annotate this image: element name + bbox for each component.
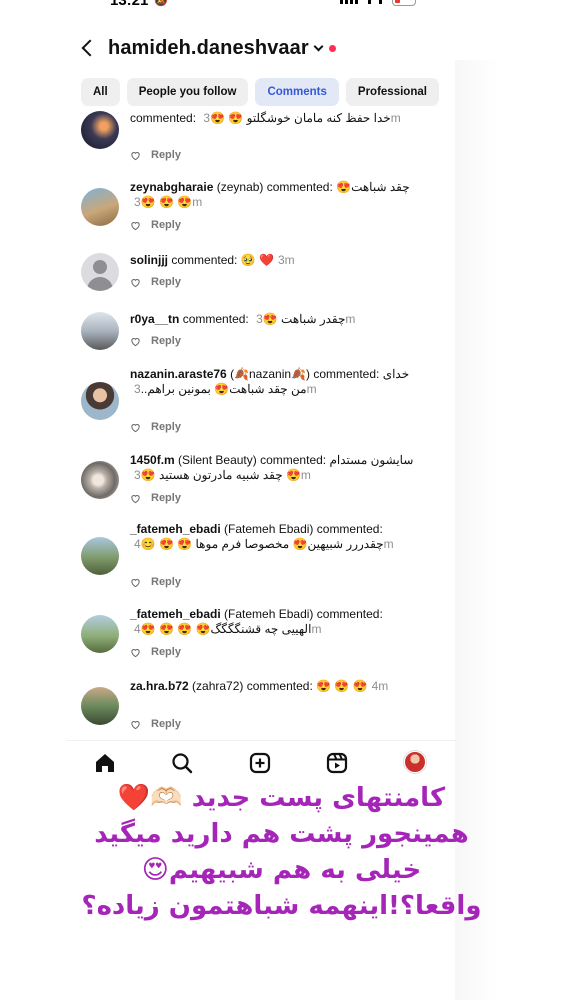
avatar[interactable]	[81, 537, 119, 575]
home-icon[interactable]	[93, 751, 117, 775]
avatar[interactable]	[81, 382, 119, 420]
reply-button[interactable]: Reply	[151, 219, 181, 231]
filter-chips: All People you follow Comments Professio…	[81, 78, 453, 106]
reply-button[interactable]: Reply	[151, 492, 181, 504]
heart-icon[interactable]	[130, 647, 141, 658]
comment-actions: Reply	[130, 717, 181, 731]
back-arrow-icon[interactable]	[81, 39, 99, 57]
filter-professional[interactable]: Professional	[345, 78, 439, 106]
filter-people-you-follow[interactable]: People you follow	[126, 78, 249, 106]
avatar[interactable]	[81, 687, 119, 725]
avatar[interactable]	[81, 111, 119, 149]
status-time: 13:21	[110, 0, 149, 9]
status-bar: 13:21 🔕	[0, 0, 563, 14]
heart-icon[interactable]	[130, 150, 141, 161]
heart-icon[interactable]	[130, 493, 141, 504]
reply-button[interactable]: Reply	[151, 149, 181, 161]
reply-button[interactable]: Reply	[151, 276, 181, 288]
page-header: hamideh.daneshvaar	[78, 30, 336, 66]
reply-button[interactable]: Reply	[151, 718, 181, 730]
comment-actions: Reply	[130, 218, 181, 232]
account-username[interactable]: hamideh.daneshvaar	[108, 37, 309, 60]
reply-button[interactable]: Reply	[151, 421, 181, 433]
bottom-tab-bar	[66, 740, 456, 784]
comment-actions: Reply	[130, 275, 181, 289]
notification-dot	[328, 44, 336, 52]
caption-line: کامنتهای پست جدید 🫶🏻❤️	[117, 783, 446, 813]
heart-icon[interactable]	[130, 577, 141, 588]
muted-bell-icon: 🔕	[154, 0, 168, 7]
signal-icon	[340, 0, 358, 4]
caption-line: خیلی به هم شبیهیم😍	[141, 855, 422, 885]
battery-icon	[392, 0, 416, 6]
comment-text: _fatemeh_ebadi (Fatemeh Ebadi) commented…	[130, 607, 383, 636]
filter-comments[interactable]: Comments	[255, 78, 339, 106]
comment-text: zeynabgharaie (zeynab) commented: چقد شب…	[130, 180, 410, 209]
comment-actions: Reply	[130, 334, 181, 348]
comment-actions: Reply	[130, 491, 181, 505]
avatar[interactable]	[81, 188, 119, 226]
comment-text: _fatemeh_ebadi (Fatemeh Ebadi) commented…	[130, 522, 394, 551]
avatar[interactable]	[81, 461, 119, 499]
comment-text: r0ya__tn commented: چقدر شباهت 😍3m	[130, 312, 356, 326]
comment-actions: Reply	[130, 420, 181, 434]
chevron-down-icon[interactable]	[313, 41, 324, 51]
create-icon[interactable]	[248, 751, 272, 775]
comment-actions: Reply	[130, 645, 181, 659]
reply-button[interactable]: Reply	[151, 335, 181, 347]
comment-text: 1450f.m (Silent Beauty) commented: سایشو…	[130, 453, 414, 482]
comment-text: nazanin.araste76 (🍂nazanin🍂) commented: …	[130, 367, 410, 396]
heart-icon[interactable]	[130, 422, 141, 433]
avatar[interactable]	[81, 312, 119, 350]
overlay-caption: کامنتهای پست جدید 🫶🏻❤️ همینجور پشت هم دا…	[0, 780, 563, 924]
profile-avatar[interactable]	[404, 751, 426, 773]
avatar[interactable]	[81, 615, 119, 653]
comment-text: za.hra.b72 (zahra72) commented: 😍 😍 😍 4m	[130, 679, 389, 693]
reply-button[interactable]: Reply	[151, 576, 181, 588]
comment-actions: Reply	[130, 575, 181, 589]
heart-icon[interactable]	[130, 277, 141, 288]
activity-list: commented: خدا حفظ کنه مامان خوشگلتو 😍 😍…	[80, 108, 455, 738]
filter-all[interactable]: All	[81, 78, 120, 106]
heart-icon[interactable]	[130, 336, 141, 347]
heart-icon[interactable]	[130, 719, 141, 730]
wifi-icon	[368, 0, 382, 4]
reply-button[interactable]: Reply	[151, 646, 181, 658]
reels-icon[interactable]	[325, 751, 349, 775]
comment-text: commented: خدا حفظ کنه مامان خوشگلتو 😍 😍…	[130, 111, 401, 125]
caption-line: واقعا؟!اینهمه شباهتمون زیاده؟	[81, 891, 482, 921]
comment-text: solinjjj commented: 🥹 ❤️ 3m	[130, 253, 295, 267]
search-icon[interactable]	[170, 751, 194, 775]
heart-icon[interactable]	[130, 220, 141, 231]
caption-line: همینجور پشت هم دارید میگید	[94, 819, 469, 849]
avatar[interactable]	[81, 253, 119, 291]
comment-actions: Reply	[130, 148, 181, 162]
